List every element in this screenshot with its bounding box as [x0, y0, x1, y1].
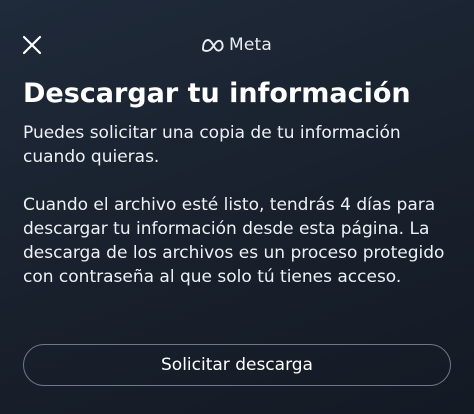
meta-brand: Meta [201, 32, 272, 58]
intro-text: Puedes solicitar una copia de tu informa… [23, 123, 401, 167]
meta-logo-icon [202, 39, 224, 52]
request-download-button[interactable]: Solicitar descarga [23, 344, 451, 386]
top-bar: Meta [0, 0, 474, 80]
close-icon [22, 35, 42, 55]
page-title: Descargar tu información [23, 78, 411, 109]
brand-name: Meta [229, 35, 273, 55]
download-info-text: Cuando el archivo esté listo, tendrás 4 … [23, 195, 445, 287]
close-button[interactable] [20, 33, 44, 57]
